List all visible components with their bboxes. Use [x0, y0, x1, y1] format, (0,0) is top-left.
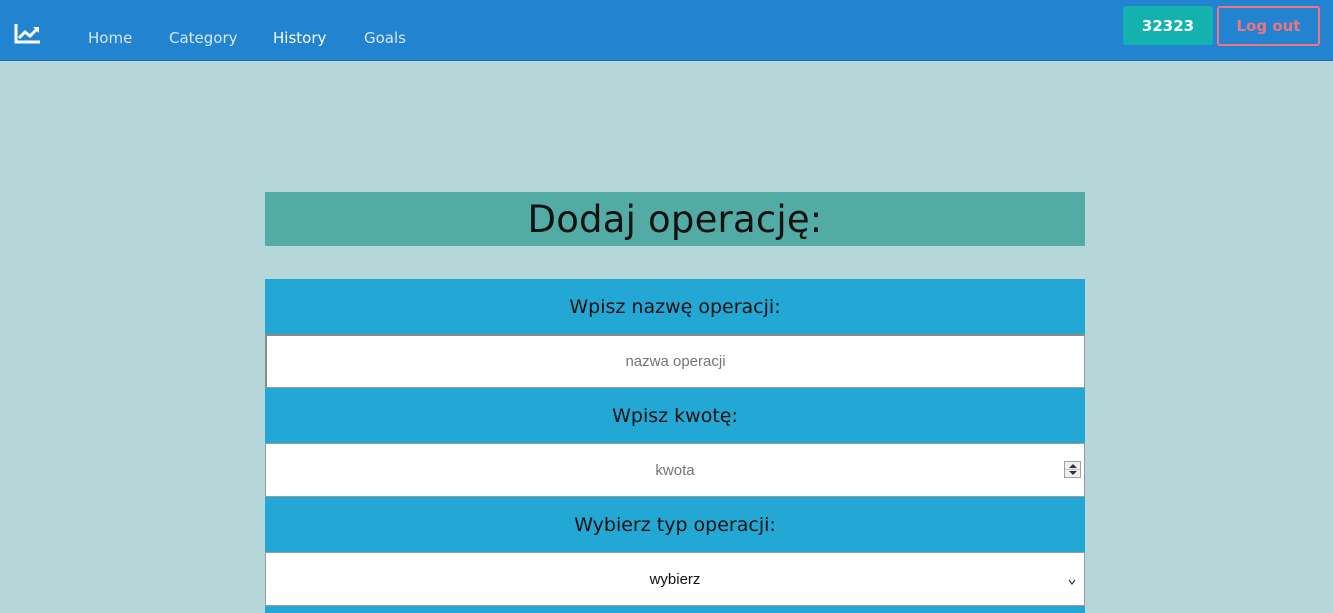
operation-type-value: wybierz	[649, 570, 701, 588]
nav-home[interactable]: Home	[88, 29, 132, 47]
top-navbar: Home Category History Goals 32323 Log ou…	[0, 0, 1333, 61]
stepper-divider	[1065, 469, 1080, 470]
nav-category[interactable]: Category	[169, 29, 238, 47]
operation-type-select[interactable]: wybierz	[265, 552, 1085, 606]
nav-goals[interactable]: Goals	[364, 29, 406, 47]
nav-history[interactable]: History	[273, 29, 326, 47]
logout-button[interactable]: Log out	[1217, 6, 1320, 46]
amount-stepper[interactable]	[1064, 461, 1081, 478]
type-label: Wybierz typ operacji:	[265, 497, 1085, 552]
next-label-band	[265, 606, 1085, 613]
chart-line-icon[interactable]	[14, 22, 42, 46]
operation-name-input[interactable]	[265, 334, 1085, 388]
amount-label: Wpisz kwotę:	[265, 388, 1085, 443]
amount-input[interactable]	[265, 443, 1085, 497]
chevron-down-icon	[1068, 573, 1076, 585]
user-button[interactable]: 32323	[1123, 6, 1213, 45]
stepper-up-icon[interactable]	[1069, 464, 1077, 468]
page-title: Dodaj operację:	[527, 197, 823, 241]
form-title-bar: Dodaj operację:	[265, 192, 1085, 246]
stepper-down-icon[interactable]	[1069, 471, 1077, 475]
name-label: Wpisz nazwę operacji:	[265, 279, 1085, 334]
